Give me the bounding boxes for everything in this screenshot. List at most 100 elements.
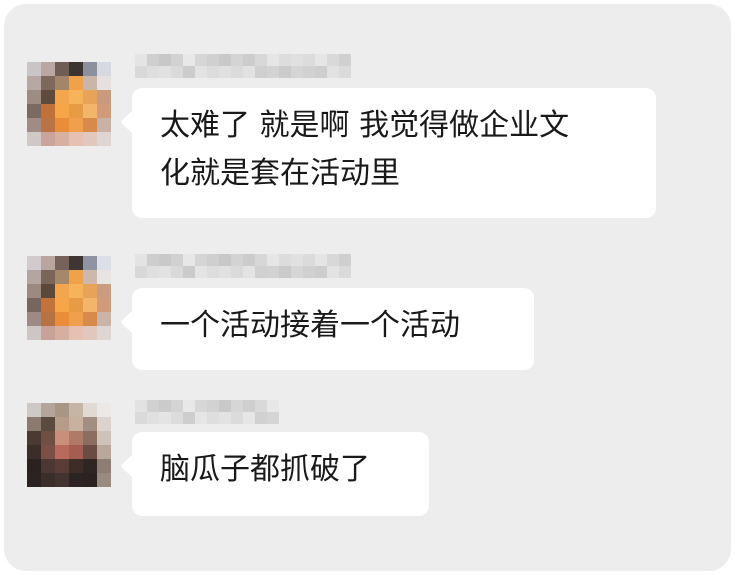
sender-pixel [183, 412, 195, 424]
avatar-pixel [83, 445, 97, 459]
avatar-pixel [83, 326, 97, 340]
avatar-pixel [41, 284, 55, 298]
sender-pixel [231, 266, 243, 278]
blurred-avatar-icon[interactable] [27, 256, 111, 340]
sender-pixel [231, 66, 243, 78]
sender-pixel [303, 54, 315, 66]
avatar-pixel [27, 298, 41, 312]
avatar-pixel [97, 459, 111, 473]
sender-pixel [303, 66, 315, 78]
avatar-pixel [97, 104, 111, 118]
avatar-pixel [41, 118, 55, 132]
sender-pixel [207, 412, 219, 424]
sender-pixel [207, 66, 219, 78]
avatar-pixel [97, 62, 111, 76]
sender-pixel [279, 54, 291, 66]
avatar-pixel [69, 284, 83, 298]
avatar-pixel [69, 326, 83, 340]
message-bubble[interactable]: 一个活动接着一个活动 [132, 288, 534, 370]
sender-pixel [159, 66, 171, 78]
avatar-pixel [83, 431, 97, 445]
sender-pixel [135, 54, 147, 66]
avatar-pixel [97, 326, 111, 340]
sender-pixel [255, 400, 267, 412]
avatar-pixel [69, 62, 83, 76]
avatar-pixel [69, 104, 83, 118]
avatar-pixel [41, 431, 55, 445]
avatar-pixel [55, 403, 69, 417]
sender-pixel [171, 400, 183, 412]
message-bubble[interactable]: 脑瓜子都抓破了 [132, 432, 429, 516]
avatar-pixel [69, 417, 83, 431]
avatar-pixel [55, 431, 69, 445]
blurred-avatar-icon[interactable] [27, 403, 111, 487]
sender-pixel [171, 266, 183, 278]
sender-pixel [195, 254, 207, 266]
avatar-pixel [55, 270, 69, 284]
avatar-pixel [27, 431, 41, 445]
sender-pixel [147, 266, 159, 278]
sender-pixel [339, 54, 351, 66]
avatar-pixel [69, 459, 83, 473]
sender-pixel [195, 412, 207, 424]
avatar-pixel [41, 445, 55, 459]
sender-pixel [159, 400, 171, 412]
avatar-pixel [97, 312, 111, 326]
sender-pixel [279, 66, 291, 78]
sender-pixel [255, 66, 267, 78]
sender-pixel [303, 266, 315, 278]
avatar-pixel [83, 312, 97, 326]
avatar-pixel [41, 459, 55, 473]
sender-pixel [147, 54, 159, 66]
avatar-pixel [41, 62, 55, 76]
sender-pixel [207, 254, 219, 266]
avatar-pixel [69, 445, 83, 459]
sender-name-pixelated [135, 54, 351, 78]
sender-pixel [267, 400, 279, 412]
sender-pixel [243, 254, 255, 266]
avatar-pixel [69, 76, 83, 90]
avatar-pixel [27, 312, 41, 326]
avatar-pixel [27, 326, 41, 340]
sender-pixel [219, 266, 231, 278]
avatar-pixel [69, 132, 83, 146]
avatar-pixel [27, 284, 41, 298]
avatar-pixel [41, 104, 55, 118]
avatar-pixel [83, 473, 97, 487]
sender-pixel [207, 400, 219, 412]
sender-pixel [183, 254, 195, 266]
sender-pixel [147, 412, 159, 424]
avatar-pixel [83, 459, 97, 473]
avatar-pixel [83, 76, 97, 90]
avatar-pixel [69, 90, 83, 104]
avatar-pixel [41, 473, 55, 487]
avatar-pixel [55, 118, 69, 132]
avatar-pixel [41, 326, 55, 340]
sender-pixel [315, 266, 327, 278]
sender-pixel [195, 66, 207, 78]
sender-pixel [315, 254, 327, 266]
sender-pixel [327, 266, 339, 278]
blurred-avatar-icon[interactable] [27, 62, 111, 146]
sender-pixel [135, 412, 147, 424]
message-bubble[interactable]: 太难了 就是啊 我觉得做企业文 化就是套在活动里 [132, 88, 656, 218]
chat-panel: 太难了 就是啊 我觉得做企业文 化就是套在活动里 一个活动接着一个活动 脑瓜子都… [4, 4, 731, 571]
sender-pixel [339, 254, 351, 266]
avatar-pixel [27, 76, 41, 90]
avatar-pixel [27, 445, 41, 459]
avatar-pixel [41, 132, 55, 146]
avatar-pixel [83, 284, 97, 298]
sender-pixel [135, 400, 147, 412]
sender-pixel [171, 54, 183, 66]
avatar-pixel [83, 270, 97, 284]
sender-pixel [303, 254, 315, 266]
sender-pixel [207, 266, 219, 278]
avatar-pixel [69, 118, 83, 132]
avatar-pixel [41, 90, 55, 104]
sender-pixel [243, 412, 255, 424]
avatar-pixel [97, 284, 111, 298]
avatar-pixel [55, 326, 69, 340]
avatar-pixel [83, 256, 97, 270]
sender-pixel [291, 66, 303, 78]
sender-pixel [195, 266, 207, 278]
